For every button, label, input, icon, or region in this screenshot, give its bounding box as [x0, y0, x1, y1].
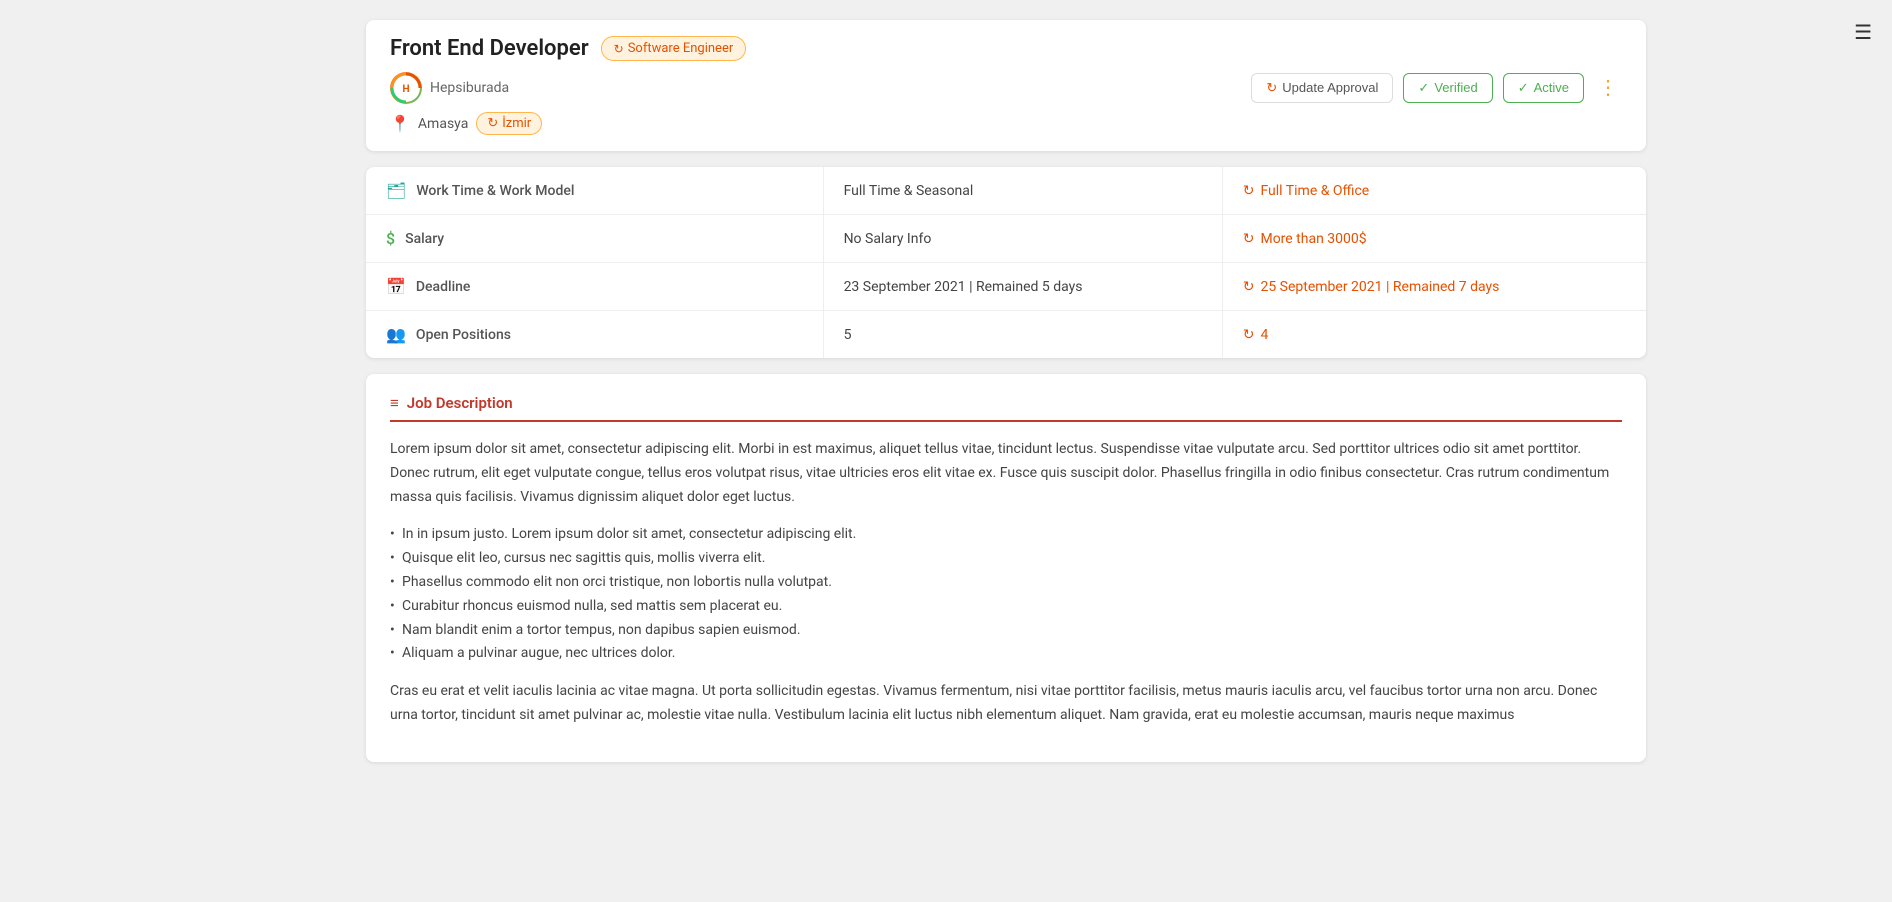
detail-label-cell: 👥 Open Positions: [366, 311, 823, 359]
detail-refresh-icon: ↻: [1243, 327, 1255, 343]
job-title: Front End Developer: [390, 36, 589, 61]
section-header: ≡ Job Description: [390, 394, 1622, 422]
detail-refresh-icon: ↻: [1243, 183, 1255, 199]
details-row: 📅 Deadline 23 September 2021 | Remained …: [366, 263, 1646, 311]
location-tag: ↻ İzmir: [476, 112, 542, 135]
active-check-icon: ✓: [1518, 80, 1529, 96]
location-tag-label: İzmir: [502, 116, 531, 131]
detail-updated-cell: ↻ 25 September 2021 | Remained 7 days: [1222, 263, 1646, 311]
details-row: 👥 Open Positions 5 ↻ 4: [366, 311, 1646, 359]
detail-value-cell: No Salary Info: [823, 215, 1222, 263]
section-list-icon: ≡: [390, 394, 399, 412]
location-tag-refresh-icon: ↻: [487, 116, 498, 131]
detail-label-text: Deadline: [416, 279, 471, 295]
active-button[interactable]: ✓ Active: [1503, 73, 1584, 103]
detail-label-text: Open Positions: [416, 327, 511, 343]
desc-list-item: Aliquam a pulvinar augue, nec ultrices d…: [390, 642, 1622, 666]
details-card: 🗂 Work Time & Work Model Full Time & Sea…: [366, 167, 1646, 358]
detail-updated-text: 25 September 2021 | Remained 7 days: [1260, 279, 1499, 295]
tag-refresh-icon: ↻: [614, 42, 624, 56]
verified-button[interactable]: ✓ Verified: [1403, 73, 1492, 103]
people-icon: 👥: [386, 325, 406, 344]
desc-list-item: In in ipsum justo. Lorem ipsum dolor sit…: [390, 523, 1622, 547]
tag-badge: ↻ Software Engineer: [601, 36, 747, 61]
detail-refresh-icon: ↻: [1243, 231, 1255, 247]
detail-label-cell: 🗂 Work Time & Work Model: [366, 167, 823, 215]
desc-list-item: Quisque elit leo, cursus nec sagittis qu…: [390, 547, 1622, 571]
detail-value-cell: 23 September 2021 | Remained 5 days: [823, 263, 1222, 311]
desc-list-item: Curabitur rhoncus euismod nulla, sed mat…: [390, 595, 1622, 619]
update-approval-label: Update Approval: [1282, 80, 1378, 95]
details-row: 🗂 Work Time & Work Model Full Time & Sea…: [366, 167, 1646, 215]
detail-label-cell: $ Salary: [366, 215, 823, 263]
location-text: Amasya: [418, 116, 468, 132]
update-approval-button[interactable]: ↻ Update Approval: [1251, 73, 1393, 103]
tag-badge-label: Software Engineer: [628, 41, 734, 56]
company-left: H Hepsiburada: [390, 72, 509, 104]
details-table: 🗂 Work Time & Work Model Full Time & Sea…: [366, 167, 1646, 358]
hamburger-menu-icon[interactable]: ☰: [1854, 20, 1872, 44]
more-options-button[interactable]: ⋮: [1594, 71, 1622, 104]
company-row: H Hepsiburada ↻ Update Approval ✓ Verifi…: [390, 71, 1622, 104]
detail-value-cell: Full Time & Seasonal: [823, 167, 1222, 215]
desc-list-item: Nam blandit enim a tortor tempus, non da…: [390, 619, 1622, 643]
desc-list: In in ipsum justo. Lorem ipsum dolor sit…: [390, 523, 1622, 666]
detail-updated-cell: ↻ 4: [1222, 311, 1646, 359]
section-title: Job Description: [407, 394, 513, 412]
company-logo: H: [390, 72, 422, 104]
detail-label-cell: 📅 Deadline: [366, 263, 823, 311]
details-row: $ Salary No Salary Info ↻ More than 3000…: [366, 215, 1646, 263]
location-pin-icon: 📍: [390, 114, 410, 133]
header-card: Front End Developer ↻ Software Engineer …: [366, 20, 1646, 151]
location-row: 📍 Amasya ↻ İzmir: [390, 112, 1622, 135]
svg-text:H: H: [402, 84, 409, 95]
briefcase-icon: 🗂: [386, 181, 406, 200]
dollar-icon: $: [386, 229, 395, 248]
detail-updated-cell: ↻ Full Time & Office: [1222, 167, 1646, 215]
desc-paragraph-1: Lorem ipsum dolor sit amet, consectetur …: [390, 438, 1622, 509]
detail-refresh-icon: ↻: [1243, 279, 1255, 295]
detail-updated-text: More than 3000$: [1260, 231, 1366, 247]
desc-list-item: Phasellus commodo elit non orci tristiqu…: [390, 571, 1622, 595]
description-card: ≡ Job Description Lorem ipsum dolor sit …: [366, 374, 1646, 762]
desc-paragraph-2: Cras eu erat et velit iaculis lacinia ac…: [390, 680, 1622, 728]
detail-label-text: Work Time & Work Model: [416, 183, 574, 199]
verified-label: Verified: [1434, 80, 1477, 95]
active-label: Active: [1534, 80, 1569, 95]
verified-check-icon: ✓: [1418, 80, 1429, 96]
header-actions: ↻ Update Approval ✓ Verified ✓ Active ⋮: [1251, 71, 1622, 104]
detail-updated-text: Full Time & Office: [1260, 183, 1369, 199]
calendar-icon: 📅: [386, 277, 406, 296]
company-name: Hepsiburada: [430, 80, 509, 96]
detail-value-cell: 5: [823, 311, 1222, 359]
detail-label-text: Salary: [405, 231, 444, 247]
title-row: Front End Developer ↻ Software Engineer: [390, 36, 1622, 61]
detail-updated-cell: ↻ More than 3000$: [1222, 215, 1646, 263]
update-approval-refresh-icon: ↻: [1266, 80, 1277, 96]
detail-updated-text: 4: [1260, 327, 1268, 343]
